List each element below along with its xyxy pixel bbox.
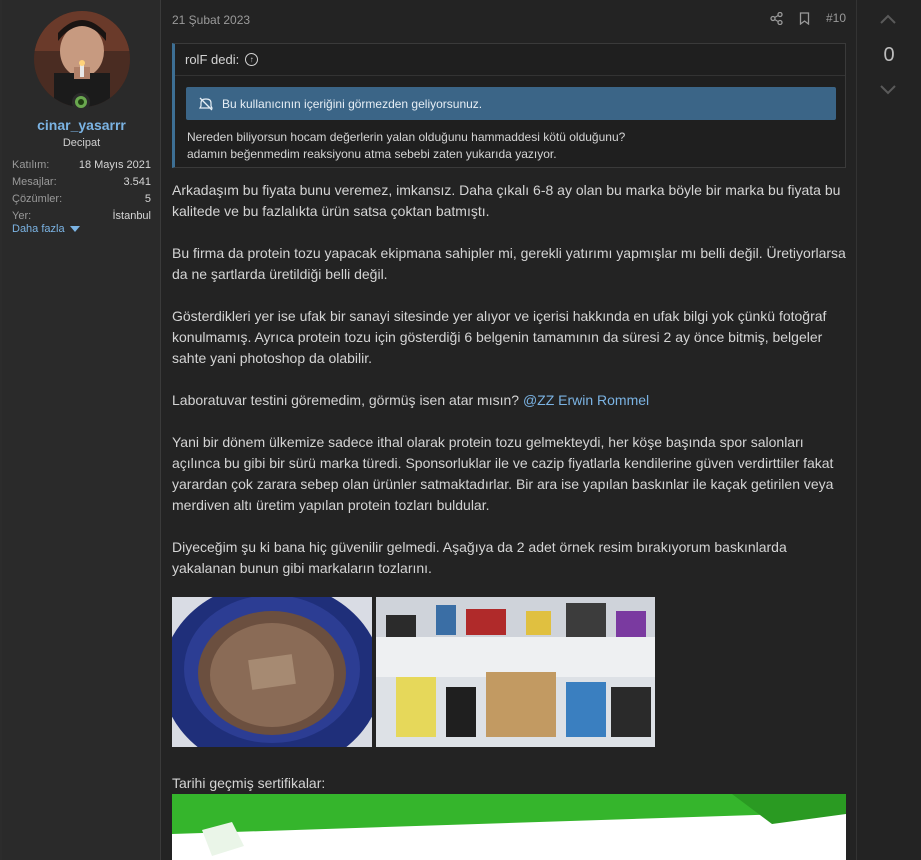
attached-image-powder[interactable] (172, 597, 372, 747)
paragraph: Bu firma da protein tozu yapacak ekipman… (172, 245, 846, 282)
stat-value: 3.541 (123, 176, 151, 188)
user-stats: Katılım: 18 Mayıs 2021 Mesajlar: 3.541 Ç… (12, 157, 151, 225)
upvote-icon[interactable] (878, 13, 898, 25)
username[interactable]: cinar_yasarrr (2, 117, 161, 133)
stat-label: Çözümler: (12, 193, 63, 205)
quote-line: adamın beğenmedim reaksiyonu atma sebebi… (187, 147, 557, 161)
attached-image-raid[interactable] (376, 597, 655, 747)
attached-image-certificate[interactable] (172, 794, 846, 860)
post-message: Arkadaşım bu fiyata bunu veremez, imkans… (172, 180, 848, 600)
ignored-notice[interactable]: Bu kullanıcının içeriğini görmezden geli… (186, 87, 836, 120)
stat-value: 18 Mayıs 2021 (78, 159, 151, 171)
paragraph-with-mention: Laboratuvar testini göremedim, görmüş is… (172, 390, 848, 411)
bookmark-icon[interactable] (798, 11, 812, 25)
paragraph: Arkadaşım bu fiyata bunu veremez, imkans… (172, 182, 841, 219)
stat-solutions: Çözümler: 5 (12, 191, 151, 208)
online-status-icon (72, 93, 90, 111)
vote-count: 0 (883, 44, 895, 66)
stat-value: 5 (144, 193, 151, 205)
post-body: 21 Şubat 2023 #10 rolF dedi: ↑ Bu kullan… (162, 0, 856, 860)
downvote-icon[interactable] (878, 84, 898, 96)
stat-messages: Mesajlar: 3.541 (12, 174, 151, 191)
ignored-notice-text: Bu kullanıcının içeriğini görmezden geli… (222, 96, 483, 111)
quote-content: Nereden biliyorsun hocam değerlerin yala… (187, 129, 625, 163)
caret-down-icon (69, 226, 80, 232)
show-more-link[interactable]: Daha fazla (12, 223, 80, 235)
quote-author: rolF dedi: (185, 52, 240, 67)
quote-block: rolF dedi: ↑ Bu kullanıcının içeriğini g… (172, 43, 846, 168)
stat-label: Mesajlar: (12, 176, 57, 188)
stat-value: İstanbul (112, 210, 151, 222)
muted-user-icon (199, 97, 213, 110)
thread-page: cinar_yasarrr Decipat Katılım: 18 Mayıs … (0, 0, 921, 860)
user-sidebar: cinar_yasarrr Decipat Katılım: 18 Mayıs … (2, 0, 161, 860)
cert-label: Tarihi geçmiş sertifikalar: (172, 775, 326, 791)
jump-to-quote-icon[interactable]: ↑ (245, 53, 259, 66)
post-date[interactable]: 21 Şubat 2023 (172, 13, 250, 27)
stat-join-date: Katılım: 18 Mayıs 2021 (12, 157, 151, 174)
post-number-link[interactable]: #10 (826, 11, 846, 25)
user-title: Decipat (62, 137, 101, 149)
quote-header[interactable]: rolF dedi: ↑ (175, 44, 845, 76)
vote-column: 0 (856, 0, 921, 860)
show-more-label: Daha fazla (12, 223, 65, 235)
share-icon[interactable] (770, 11, 784, 25)
quote-line: Nereden biliyorsun hocam değerlerin yala… (187, 130, 626, 144)
paragraph: Yani bir dönem ülkemize sadece ithal ola… (172, 434, 834, 513)
user-mention-link[interactable]: @ZZ Erwin Rommel (523, 392, 649, 408)
paragraph: Gösterdikleri yer ise ufak bir sanayi si… (172, 308, 827, 366)
stat-label: Katılım: (12, 159, 50, 171)
paragraph: Diyeceğim şu ki bana hiç güvenilir gelme… (172, 539, 787, 576)
post-actions: #10 (770, 11, 846, 25)
paragraph-text: Laboratuvar testini göremedim, görmüş is… (172, 392, 520, 408)
